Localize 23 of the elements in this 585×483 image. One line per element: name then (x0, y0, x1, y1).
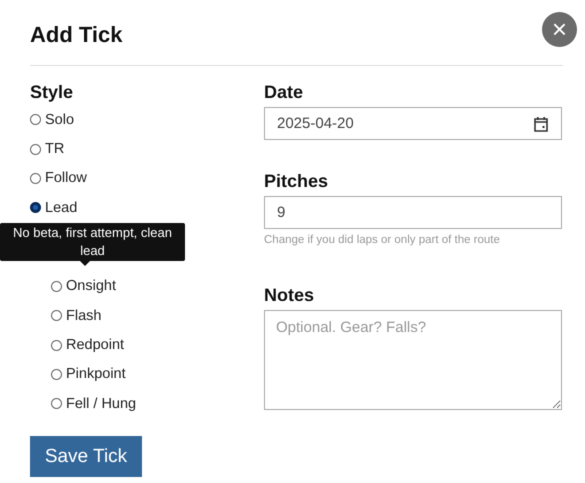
style-label: Style (30, 81, 74, 103)
notes-field[interactable]: Optional. Gear? Falls? (264, 310, 562, 410)
radio-option[interactable]: Onsight (51, 272, 264, 301)
tooltip-pointer (80, 260, 90, 266)
calendar-icon[interactable] (533, 116, 549, 132)
tooltip: No beta, first attempt, clean lead (0, 222, 185, 261)
pitches-field[interactable]: 9 (264, 196, 562, 229)
date-label: Date (264, 81, 304, 103)
radio-option[interactable]: Fell / Hung (51, 389, 264, 419)
dialog-title: Add Tick (30, 22, 123, 48)
radio-option[interactable]: Lead (30, 193, 264, 223)
save-button[interactable]: Save Tick (30, 436, 142, 477)
radio-option[interactable]: Solo (30, 105, 264, 134)
date-field[interactable]: 2025-04-20 (264, 107, 562, 140)
radio-option[interactable]: Flash (51, 300, 264, 330)
radio-option[interactable]: TR (30, 134, 264, 164)
pitches-label: Pitches (264, 170, 330, 192)
radio-option[interactable]: Pinkpoint (51, 360, 264, 390)
radio-option[interactable]: Redpoint (51, 330, 264, 360)
close-button[interactable]: × (542, 12, 577, 46)
notes-label: Notes (264, 284, 316, 306)
radio-option[interactable]: Follow (30, 164, 264, 194)
help-text: Change if you did laps or only part of the route (264, 234, 501, 246)
